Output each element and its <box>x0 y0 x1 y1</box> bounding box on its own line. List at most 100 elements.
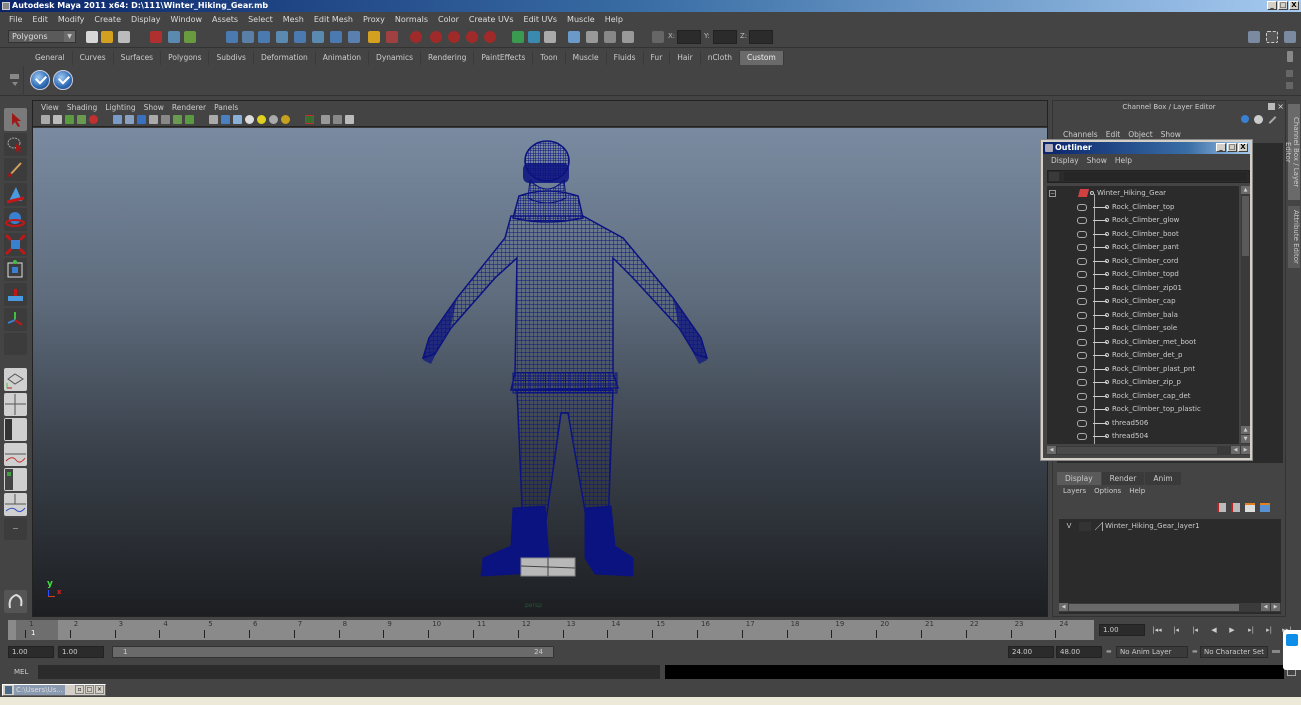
shelf-tab-muscle[interactable]: Muscle <box>566 51 607 65</box>
start-time-field[interactable]: 1.00 <box>8 646 54 658</box>
menu-help[interactable]: Help <box>600 15 628 24</box>
shelf-tab-animation[interactable]: Animation <box>316 51 370 65</box>
script-editor-button[interactable] <box>4 590 27 613</box>
cb-menu-edit[interactable]: Edit <box>1102 130 1125 139</box>
shelf-tab-surfaces[interactable]: Surfaces <box>114 51 162 65</box>
mel-label[interactable]: MEL <box>14 668 28 676</box>
show-tool-settings-icon[interactable] <box>1266 31 1278 43</box>
shelf-tab-toon[interactable]: Toon <box>533 51 566 65</box>
new-layer-selected-icon[interactable] <box>1231 503 1240 512</box>
outliner-item[interactable]: Rock_Climber_topd <box>1047 268 1239 282</box>
shelf-tab-painteffects[interactable]: PaintEffects <box>474 51 534 65</box>
layer-tab-render[interactable]: Render <box>1101 472 1145 485</box>
z-field[interactable] <box>749 30 773 44</box>
menu-create[interactable]: Create <box>89 15 126 24</box>
select-hierarchy-icon[interactable] <box>150 31 162 43</box>
range-slider[interactable]: 1 24 <box>112 646 554 658</box>
shelf-tab-polygons[interactable]: Polygons <box>161 51 210 65</box>
layout-persp-outliner[interactable] <box>4 418 27 441</box>
select-surface-icon[interactable] <box>276 31 288 43</box>
viewport-menu-view[interactable]: View <box>37 103 63 112</box>
outliner-minimize-button[interactable]: _ <box>1216 143 1226 152</box>
show-channel-box-icon[interactable] <box>1284 31 1296 43</box>
menu-muscle[interactable]: Muscle <box>562 15 600 24</box>
move-tool[interactable] <box>4 183 27 206</box>
layer-template-toggle[interactable] <box>1079 522 1091 531</box>
outliner-item[interactable]: Rock_Climber_glow <box>1047 214 1239 228</box>
outliner-item[interactable]: Rock_Climber_zip_p <box>1047 376 1239 390</box>
layout-persp-graph-hypergraph[interactable] <box>4 493 27 516</box>
x-field[interactable] <box>677 30 701 44</box>
layer-menu-layers[interactable]: Layers <box>1059 487 1090 495</box>
shelf-tab-subdivs[interactable]: Subdivs <box>209 51 254 65</box>
outliner-item[interactable]: Rock_Climber_cap_det <box>1047 390 1239 404</box>
wireframe-icon[interactable] <box>209 115 218 124</box>
layout-persp-graph[interactable] <box>4 443 27 466</box>
layout-single-perspective[interactable] <box>4 368 27 391</box>
layout-custom[interactable] <box>4 518 27 540</box>
step-forward-key-button[interactable]: ▸| <box>1263 624 1275 636</box>
outliner-item[interactable]: Rock_Climber_zip01 <box>1047 282 1239 296</box>
highlight-selection-icon[interactable] <box>386 31 398 43</box>
select-camera-icon[interactable] <box>41 115 50 124</box>
select-tool[interactable] <box>4 108 27 131</box>
scroll-right-icon[interactable]: ▶ <box>1241 446 1250 454</box>
outliner-item[interactable]: Rock_Climber_cord <box>1047 255 1239 269</box>
shelf-tab-deformation[interactable]: Deformation <box>254 51 316 65</box>
time-slider-track[interactable]: 1 1 2 3 4 5 6 7 8 9 10 11 12 13 14 15 16 17 18 19 20 21 22 23 2… <box>8 620 1094 640</box>
menu-display[interactable]: Display <box>126 15 166 24</box>
snap-view-plane-icon[interactable] <box>466 31 478 43</box>
layer-menu-options[interactable]: Options <box>1090 487 1125 495</box>
shelf-tab-rendering[interactable]: Rendering <box>421 51 475 65</box>
close-button[interactable]: X <box>1289 1 1299 10</box>
shelf-tab-fluids[interactable]: Fluids <box>607 51 644 65</box>
menu-window[interactable]: Window <box>166 15 208 24</box>
maximize-button[interactable]: □ <box>1278 1 1288 10</box>
input-line-mode-icon[interactable] <box>652 31 664 43</box>
shelf-tab-ncloth[interactable]: nCloth <box>701 51 741 65</box>
select-component-icon[interactable] <box>184 31 196 43</box>
scroll-left-icon[interactable]: ◀ <box>1261 603 1270 611</box>
rotate-tool[interactable] <box>4 208 27 231</box>
y-field[interactable] <box>713 30 737 44</box>
minimized-window[interactable]: C:\Users\Us... ▫ □ × <box>2 684 106 696</box>
shelf-tab-general[interactable]: General <box>28 51 73 65</box>
x-ray-joints-icon[interactable] <box>333 115 342 124</box>
perspective-viewport[interactable]: y x persp <box>33 128 1047 616</box>
isolate-select-icon[interactable] <box>305 115 314 124</box>
render-settings-icon[interactable] <box>622 31 634 43</box>
resolution-gate-icon[interactable] <box>137 115 146 124</box>
maximize-button[interactable]: □ <box>85 685 94 694</box>
lasso-tool[interactable] <box>4 133 27 156</box>
ipr-render-icon[interactable] <box>604 31 616 43</box>
outliner-item[interactable]: Rock_Climber_boot <box>1047 228 1239 242</box>
layout-hypershade-persp[interactable] <box>4 468 27 491</box>
show-attribute-editor-icon[interactable] <box>1248 31 1260 43</box>
scrollbar-thumb[interactable] <box>1069 604 1239 611</box>
scrollbar-thumb[interactable] <box>1057 447 1217 454</box>
outliner-root-item[interactable]: − Winter_Hiking_Gear <box>1047 187 1239 201</box>
field-chart-icon[interactable] <box>161 115 170 124</box>
outliner-item[interactable]: thread506 <box>1047 417 1239 431</box>
outliner-item[interactable]: Rock_Climber_bala <box>1047 309 1239 323</box>
layout-four-view[interactable] <box>4 393 27 416</box>
scroll-left-icon[interactable]: ◀ <box>1231 446 1240 454</box>
textured-icon[interactable] <box>245 115 254 124</box>
shadows-icon[interactable] <box>269 115 278 124</box>
minimize-button[interactable]: _ <box>1267 1 1277 10</box>
outliner-item[interactable]: Rock_Climber_cap <box>1047 295 1239 309</box>
menu-select[interactable]: Select <box>243 15 278 24</box>
shelf-menu-button[interactable] <box>4 66 24 96</box>
use-all-lights-icon[interactable] <box>257 115 266 124</box>
menu-normals[interactable]: Normals <box>390 15 433 24</box>
layer-row[interactable]: V Winter_Hiking_Gear_layer1 <box>1063 521 1200 532</box>
output-history-icon[interactable] <box>528 31 540 43</box>
trash-icon[interactable] <box>1287 51 1293 62</box>
select-curve-icon[interactable] <box>258 31 270 43</box>
outliner-horizontal-scrollbar[interactable]: ◀ ◀ ▶ <box>1047 446 1250 455</box>
open-scene-icon[interactable] <box>101 31 113 43</box>
scroll-up-icon[interactable]: ▲ <box>1241 186 1250 194</box>
grid-icon[interactable] <box>113 115 122 124</box>
layer-tab-anim[interactable]: Anim <box>1145 472 1181 485</box>
scrollbar-thumb[interactable] <box>1242 196 1249 256</box>
